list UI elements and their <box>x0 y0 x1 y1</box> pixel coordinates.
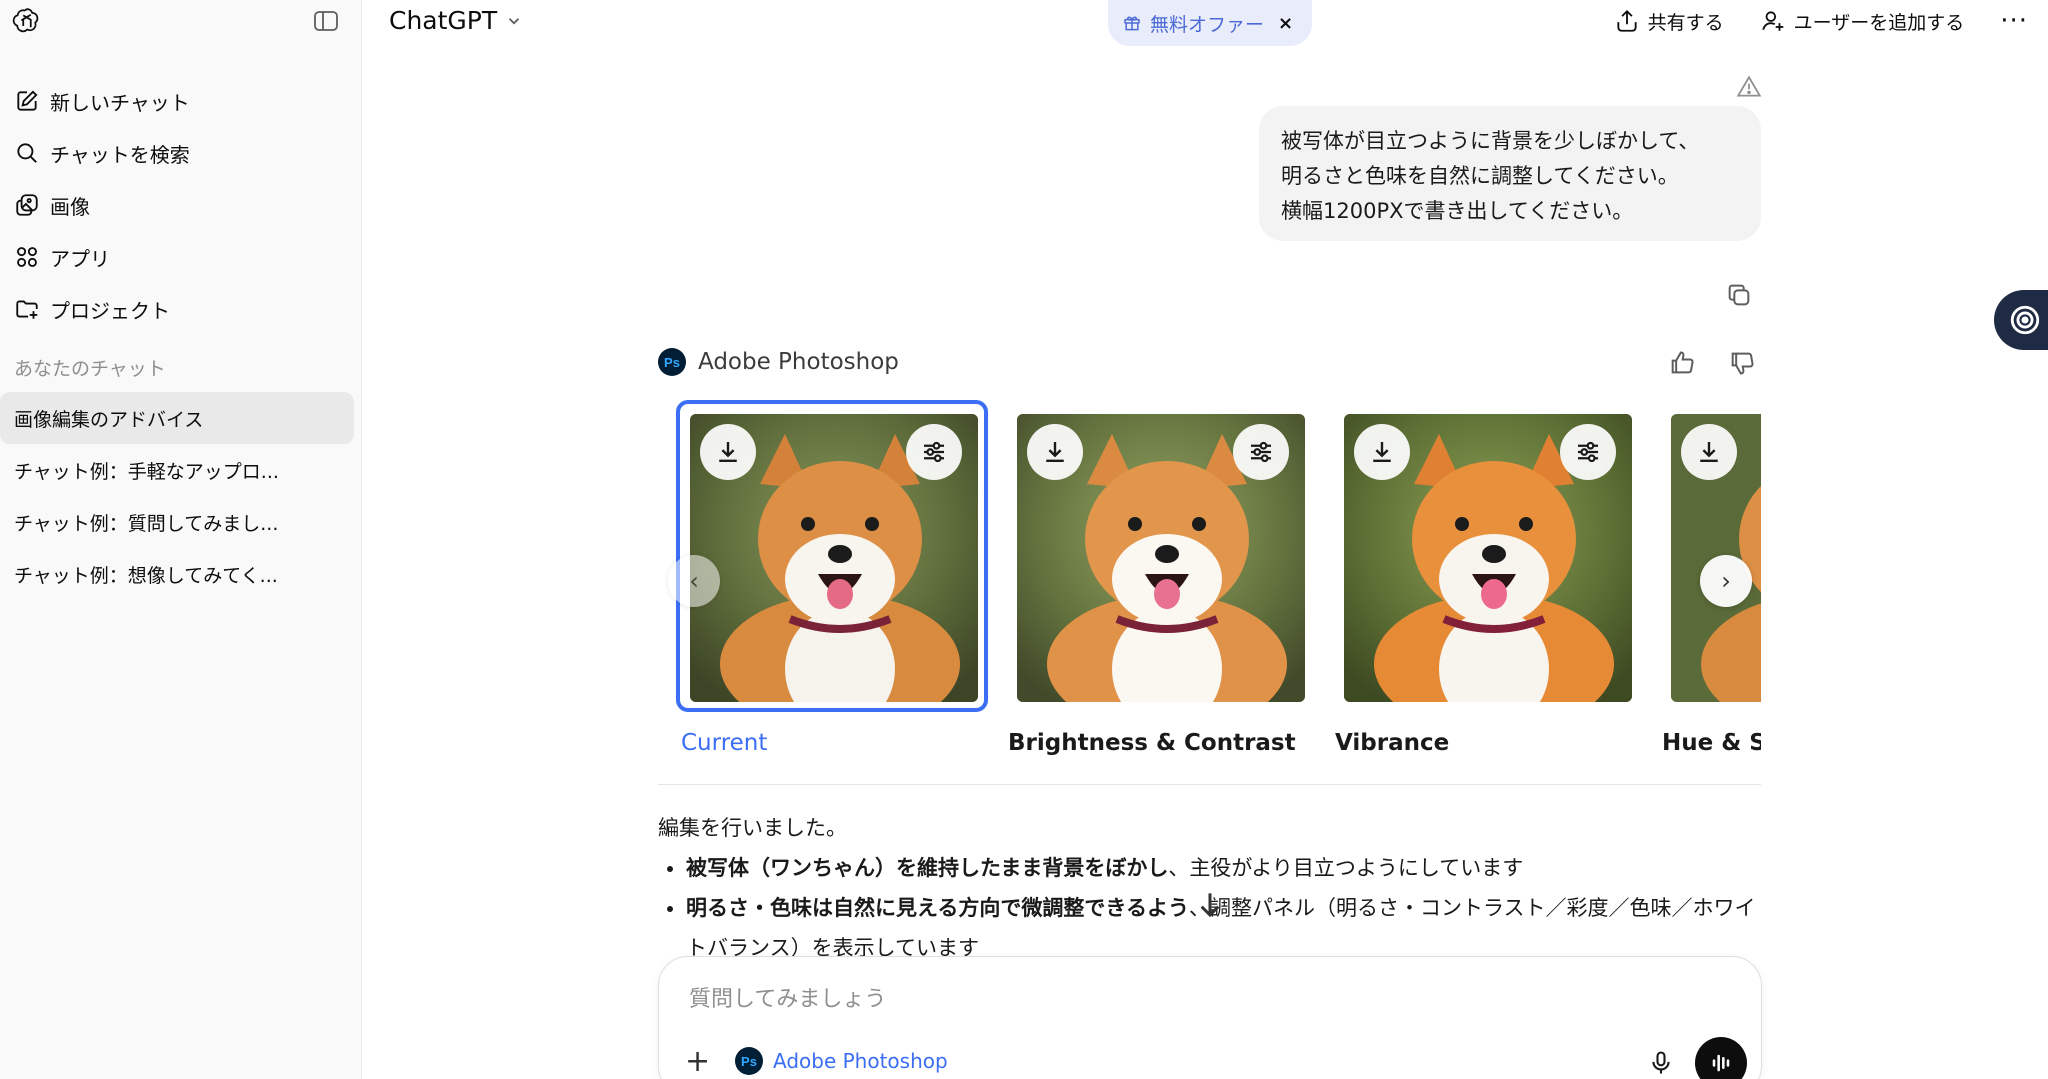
chat-item[interactable]: チャット例：質問してみまし... <box>0 496 354 548</box>
download-icon <box>1373 442 1391 462</box>
apps-icon <box>17 247 37 267</box>
sidebar-item-label: 新しいチャット <box>50 90 190 115</box>
tool-label: Adobe Photoshop <box>773 1049 948 1073</box>
download-button[interactable] <box>1354 424 1410 480</box>
variant-label: Vibrance <box>1335 730 1450 756</box>
response-intro: 編集を行いました。 <box>658 816 847 840</box>
warning-icon[interactable] <box>1736 74 1762 100</box>
free-offer-pill[interactable]: 無料オファー × <box>1108 0 1312 46</box>
target-icon <box>2010 305 2040 335</box>
chat-item[interactable]: チャット例：手軽なアップロ... <box>0 444 354 496</box>
download-icon <box>1046 442 1064 462</box>
photoshop-logo-icon: Ps <box>658 348 686 376</box>
active-tool-chip[interactable]: Ps Adobe Photoshop <box>735 1047 948 1075</box>
offer-label: 無料オファー <box>1150 13 1265 36</box>
user-message-line: 明るさと色味を自然に調整してください。 <box>1281 164 1679 188</box>
sidebar-item-new-chat[interactable]: 新しいチャット <box>0 75 362 127</box>
message-composer[interactable]: 質問してみましょう + Ps Adobe Photoshop <box>658 956 1762 1079</box>
images-icon <box>16 194 38 216</box>
sidebar-item-apps[interactable]: アプリ <box>0 231 362 283</box>
folder-plus-icon <box>16 300 38 319</box>
download-button[interactable] <box>700 424 756 480</box>
carousel-next-button[interactable]: › <box>1700 555 1752 607</box>
user-plus-icon <box>1761 11 1783 31</box>
search-icon <box>17 143 37 163</box>
chevron-left-icon: ‹ <box>689 567 699 595</box>
thumbs-down-icon[interactable] <box>1728 349 1756 377</box>
openai-logo-icon[interactable] <box>12 6 42 36</box>
copy-icon[interactable] <box>1725 281 1753 309</box>
edit-icon <box>17 90 38 111</box>
sliders-icon <box>924 441 944 463</box>
add-user-button[interactable]: ユーザーを追加する <box>1760 8 1965 35</box>
chats-section-title: あなたのチャット <box>14 358 166 380</box>
chevron-right-icon: › <box>1721 567 1731 595</box>
download-icon <box>1700 442 1718 462</box>
sidebar-item-search-chats[interactable]: チャットを検索 <box>0 127 362 179</box>
share-button[interactable]: 共有する <box>1614 8 1724 35</box>
sidebar-item-projects[interactable]: プロジェクト <box>0 283 362 335</box>
scroll-down-icon[interactable] <box>1190 885 1230 925</box>
download-icon <box>719 442 737 462</box>
waveform-icon <box>1712 1054 1730 1072</box>
chat-list: 画像編集のアドバイス チャット例：手軽なアップロ... チャット例：質問してみま… <box>0 392 362 600</box>
download-button[interactable] <box>1681 424 1737 480</box>
share-icon <box>1616 9 1637 32</box>
sidebar-item-images[interactable]: 画像 <box>0 179 362 231</box>
photoshop-logo-icon: Ps <box>735 1047 763 1075</box>
sliders-icon <box>1251 441 1271 463</box>
assistant-response-text: 編集を行いました。 被写体（ワンちゃん）を維持したまま背景をぼかし、主役がより目… <box>658 808 1768 960</box>
sidebar-item-label: チャットを検索 <box>50 142 190 167</box>
close-icon[interactable]: × <box>1278 13 1293 34</box>
assistant-app-header: Ps Adobe Photoshop <box>658 348 899 376</box>
plus-icon[interactable]: + <box>685 1047 710 1077</box>
sidebar: 新しいチャット チャットを検索 画像 アプリ プロジェクト あなたのチャット 画… <box>0 0 362 1079</box>
bullet-bold: 被写体（ワンちゃん）を維持したまま背景をぼかし <box>686 856 1169 880</box>
share-label: 共有する <box>1647 11 1724 34</box>
voice-mode-button[interactable] <box>1695 1037 1747 1079</box>
sidebar-item-label: プロジェクト <box>50 298 170 323</box>
sidebar-nav: 新しいチャット チャットを検索 画像 アプリ プロジェクト <box>0 75 362 335</box>
adjust-button[interactable] <box>1560 424 1616 480</box>
model-selector[interactable]: ChatGPT <box>389 6 523 35</box>
more-options-icon[interactable]: ··· <box>2000 6 2028 36</box>
thumbs-up-icon[interactable] <box>1668 349 1696 377</box>
user-message-line: 横幅1200PXで書き出してください。 <box>1281 199 1634 223</box>
download-button[interactable] <box>1027 424 1083 480</box>
microphone-icon[interactable] <box>1647 1049 1675 1077</box>
side-assistant-tab[interactable] <box>1994 290 2048 350</box>
user-message-line: 被写体が目立つように背景を少しぼかして、 <box>1281 129 1700 153</box>
variant-label: Hue & Saturation <box>1662 730 1761 756</box>
adjust-button[interactable] <box>1233 424 1289 480</box>
chevron-down-icon <box>509 17 520 25</box>
sliders-icon <box>1578 441 1598 463</box>
chat-item-active[interactable]: 画像編集のアドバイス <box>0 392 354 444</box>
bullet-bold: 明るさ・色味は自然に見える方向で微調整できるよう <box>686 896 1189 920</box>
response-bullet: 被写体（ワンちゃん）を維持したまま背景をぼかし、主役がより目立つようにしています <box>686 848 1768 888</box>
chat-item[interactable]: チャット例：想像してみてく... <box>0 548 354 600</box>
sidebar-item-label: 画像 <box>50 194 90 219</box>
variant-label: Current <box>681 730 768 756</box>
carousel-prev-button[interactable]: ‹ <box>668 555 720 607</box>
sidebar-toggle-icon[interactable] <box>312 9 340 33</box>
sidebar-item-label: アプリ <box>50 246 110 271</box>
feedback-buttons <box>1668 349 1756 377</box>
edit-variants-carousel: Current Brightness & Contrast Vibrance H… <box>658 400 1761 770</box>
add-user-label: ユーザーを追加する <box>1793 11 1965 34</box>
divider <box>658 784 1761 785</box>
composer-input[interactable]: 質問してみましょう <box>689 981 886 1013</box>
header-actions: 共有する ユーザーを追加する ··· <box>1614 6 2048 36</box>
gift-icon <box>1124 16 1140 31</box>
app-title: ChatGPT <box>389 6 498 35</box>
adjust-button[interactable] <box>906 424 962 480</box>
assistant-app-name: Adobe Photoshop <box>698 349 899 375</box>
variant-label: Brightness & Contrast <box>1008 730 1296 756</box>
user-message-bubble: 被写体が目立つように背景を少しぼかして、 明るさと色味を自然に調整してください。… <box>1259 106 1761 241</box>
bullet-text: 、主役がより目立つようにしています <box>1168 856 1524 880</box>
